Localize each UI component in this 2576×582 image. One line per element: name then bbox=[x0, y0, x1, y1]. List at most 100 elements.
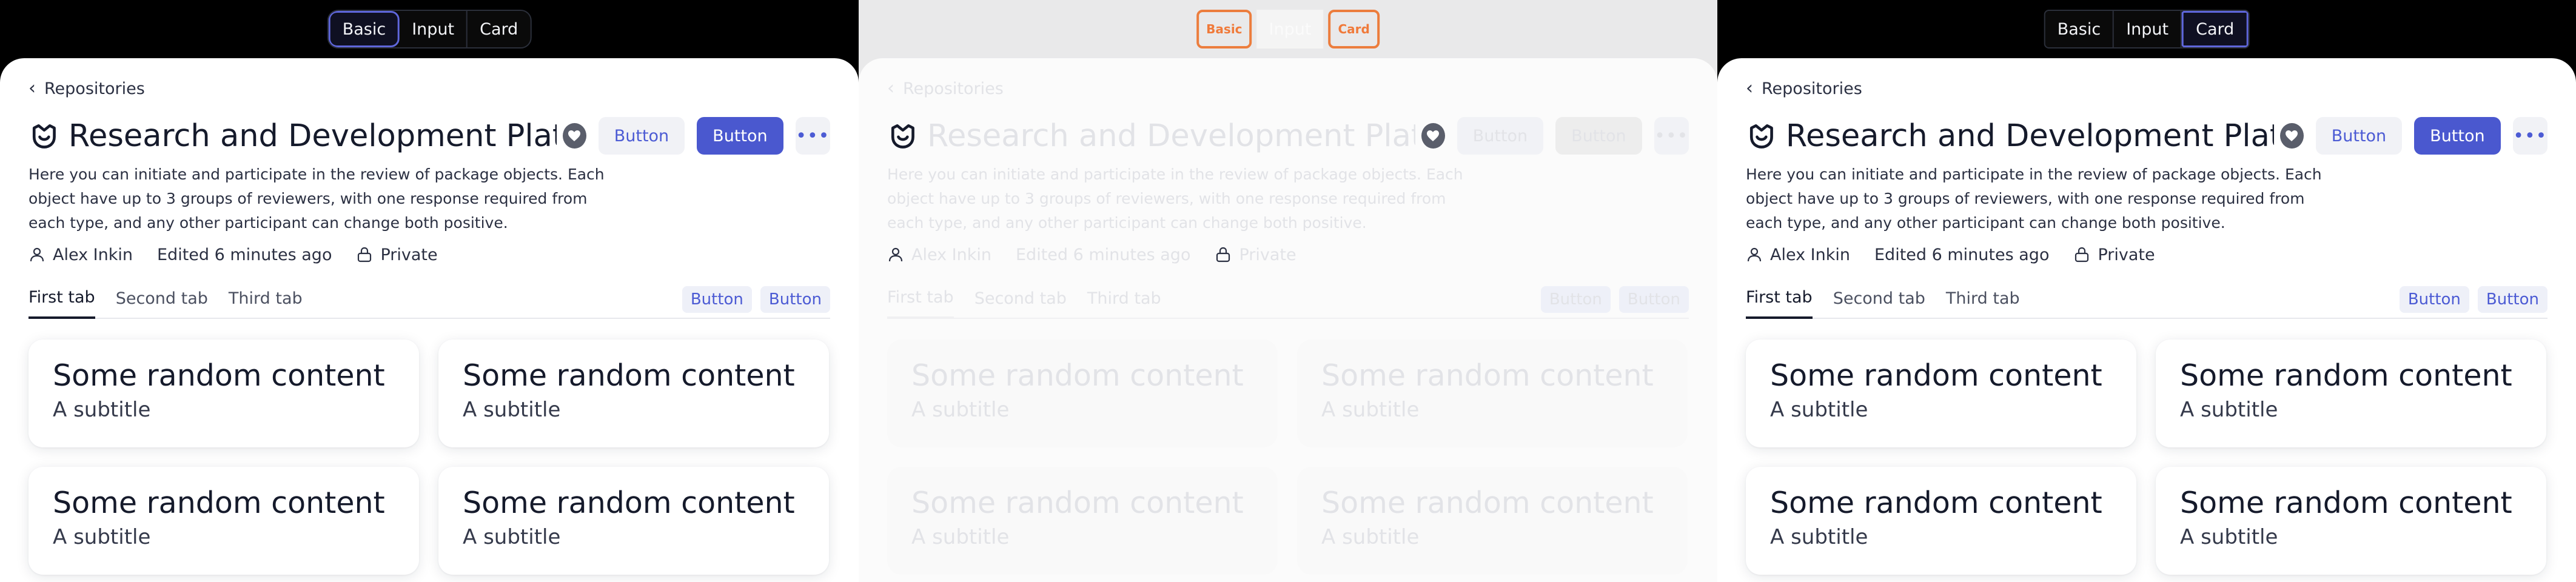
content-card[interactable]: Some random content A subtitle bbox=[1297, 340, 1688, 447]
breadcrumb[interactable]: ‹ Repositories bbox=[1746, 75, 2547, 102]
switcher-card[interactable]: Card bbox=[1328, 10, 1380, 48]
tab-action-button[interactable]: Button bbox=[682, 286, 752, 313]
tab-bar: First tab Second tab Third tab Button Bu… bbox=[887, 284, 1689, 319]
card-title: Some random content bbox=[1770, 486, 2102, 520]
visibility-label: Private bbox=[1239, 245, 1296, 264]
card-title: Some random content bbox=[53, 486, 385, 520]
primary-button[interactable]: Button bbox=[2414, 117, 2501, 155]
edited-time: Edited 6 minutes ago bbox=[1016, 245, 1191, 264]
primary-button[interactable]: Button bbox=[697, 117, 783, 155]
page-description: Here you can initiate and participate in… bbox=[29, 166, 605, 232]
more-icon[interactable]: ••• bbox=[2512, 117, 2547, 155]
visibility-label: Private bbox=[380, 245, 438, 264]
primary-button[interactable]: Button bbox=[1555, 117, 1642, 155]
secondary-button[interactable]: Button bbox=[2315, 117, 2403, 155]
heart-icon[interactable] bbox=[2279, 123, 2304, 149]
tab-third[interactable]: Third tab bbox=[229, 289, 303, 318]
tab-first[interactable]: First tab bbox=[887, 288, 954, 319]
card-subtitle: A subtitle bbox=[463, 398, 561, 422]
content-card[interactable]: Some random content A subtitle bbox=[2156, 340, 2546, 447]
card-subtitle: A subtitle bbox=[911, 525, 1010, 549]
page-sheet: ‹ Repositories Research and Development … bbox=[0, 58, 859, 582]
content-card[interactable]: Some random content A subtitle bbox=[887, 467, 1278, 575]
card-title: Some random content bbox=[911, 486, 1244, 520]
lock-icon bbox=[2075, 247, 2089, 263]
tab-second[interactable]: Second tab bbox=[974, 289, 1067, 318]
meta-row: Alex Inkin Edited 6 minutes ago Private bbox=[1746, 242, 2547, 267]
variant-switcher: Basic Input Card bbox=[1192, 10, 1384, 48]
card-grid: Some random content A subtitle Some rand… bbox=[887, 340, 1689, 575]
tab-action-button[interactable]: Button bbox=[1618, 286, 1689, 313]
secondary-button[interactable]: Button bbox=[1457, 117, 1544, 155]
author-name[interactable]: Alex Inkin bbox=[911, 246, 991, 264]
secondary-button[interactable]: Button bbox=[598, 117, 685, 155]
page-description: Here you can initiate and participate in… bbox=[1746, 166, 2322, 232]
page-title: Research and Development Platform bbox=[1785, 118, 2274, 154]
brand-logo-icon bbox=[32, 124, 56, 149]
content-card[interactable]: Some random content A subtitle bbox=[29, 467, 419, 575]
page-sheet: ‹ Repositories Research and Development … bbox=[1717, 58, 2576, 582]
header-row: Research and Development Platform Button… bbox=[29, 115, 830, 156]
card-subtitle: A subtitle bbox=[1321, 525, 1420, 549]
switcher-input[interactable]: Input bbox=[400, 11, 468, 47]
tab-second[interactable]: Second tab bbox=[1833, 289, 1925, 318]
content-card[interactable]: Some random content A subtitle bbox=[1746, 340, 2136, 447]
tab-action-button[interactable]: Button bbox=[1540, 286, 1611, 313]
card-grid: Some random content A subtitle Some rand… bbox=[1746, 340, 2547, 575]
meta-row: Alex Inkin Edited 6 minutes ago Private bbox=[887, 242, 1689, 267]
author-name[interactable]: Alex Inkin bbox=[53, 246, 133, 264]
switcher-basic[interactable]: Basic bbox=[2045, 11, 2115, 47]
switcher-basic[interactable]: Basic bbox=[1196, 10, 1252, 48]
meta-row: Alex Inkin Edited 6 minutes ago Private bbox=[29, 242, 830, 267]
breadcrumb-label: Repositories bbox=[1762, 79, 1862, 98]
brand-logo-icon bbox=[891, 124, 914, 149]
edited-time: Edited 6 minutes ago bbox=[1874, 245, 2050, 264]
content-card[interactable]: Some random content A subtitle bbox=[1746, 467, 2136, 575]
breadcrumb[interactable]: ‹ Repositories bbox=[29, 75, 830, 102]
breadcrumb[interactable]: ‹ Repositories bbox=[887, 75, 1689, 102]
card-subtitle: A subtitle bbox=[53, 398, 151, 422]
tab-third[interactable]: Third tab bbox=[1946, 289, 2020, 318]
variant-switcher: Basic Input Card bbox=[2044, 10, 2250, 48]
card-title: Some random content bbox=[463, 358, 795, 393]
switcher-basic[interactable]: Basic bbox=[328, 11, 400, 47]
switcher-card[interactable]: Card bbox=[468, 11, 530, 47]
card-title: Some random content bbox=[911, 358, 1244, 393]
content-card[interactable]: Some random content A subtitle bbox=[438, 467, 829, 575]
heart-icon[interactable] bbox=[562, 123, 586, 149]
tab-third[interactable]: Third tab bbox=[1087, 289, 1161, 318]
author-name[interactable]: Alex Inkin bbox=[1770, 246, 1850, 264]
switcher-card[interactable]: Card bbox=[2182, 11, 2249, 47]
card-title: Some random content bbox=[1321, 486, 1654, 520]
card-subtitle: A subtitle bbox=[1770, 525, 1868, 549]
content-card[interactable]: Some random content A subtitle bbox=[2156, 467, 2546, 575]
edited-time: Edited 6 minutes ago bbox=[157, 245, 332, 264]
card-title: Some random content bbox=[1770, 358, 2102, 393]
content-card[interactable]: Some random content A subtitle bbox=[887, 340, 1278, 447]
tab-first[interactable]: First tab bbox=[29, 288, 95, 319]
switcher-input[interactable]: Input bbox=[1256, 10, 1324, 48]
user-icon bbox=[888, 247, 903, 262]
chevron-left-icon: ‹ bbox=[29, 78, 36, 99]
card-subtitle: A subtitle bbox=[1321, 398, 1420, 422]
tab-action-button[interactable]: Button bbox=[2399, 286, 2469, 313]
tab-first[interactable]: First tab bbox=[1746, 288, 1813, 319]
more-icon[interactable]: ••• bbox=[795, 117, 830, 155]
content-card[interactable]: Some random content A subtitle bbox=[1297, 467, 1688, 575]
tab-action-button[interactable]: Button bbox=[760, 286, 830, 313]
more-icon[interactable]: ••• bbox=[1654, 117, 1689, 155]
card-subtitle: A subtitle bbox=[463, 525, 561, 549]
tab-second[interactable]: Second tab bbox=[116, 289, 208, 318]
header-row: Research and Development Platform Button… bbox=[1746, 115, 2547, 156]
card-subtitle: A subtitle bbox=[911, 398, 1010, 422]
showcase-panel: Basic Input Card ‹ Repositories Research… bbox=[859, 0, 1717, 582]
content-card[interactable]: Some random content A subtitle bbox=[29, 340, 419, 447]
content-card[interactable]: Some random content A subtitle bbox=[438, 340, 829, 447]
card-subtitle: A subtitle bbox=[2180, 525, 2278, 549]
card-title: Some random content bbox=[1321, 358, 1654, 393]
switcher-input[interactable]: Input bbox=[2114, 11, 2182, 47]
tab-action-button[interactable]: Button bbox=[2477, 286, 2547, 313]
card-title: Some random content bbox=[463, 486, 795, 520]
heart-icon[interactable] bbox=[1421, 123, 1445, 149]
tab-actions: Button Button bbox=[682, 286, 830, 313]
